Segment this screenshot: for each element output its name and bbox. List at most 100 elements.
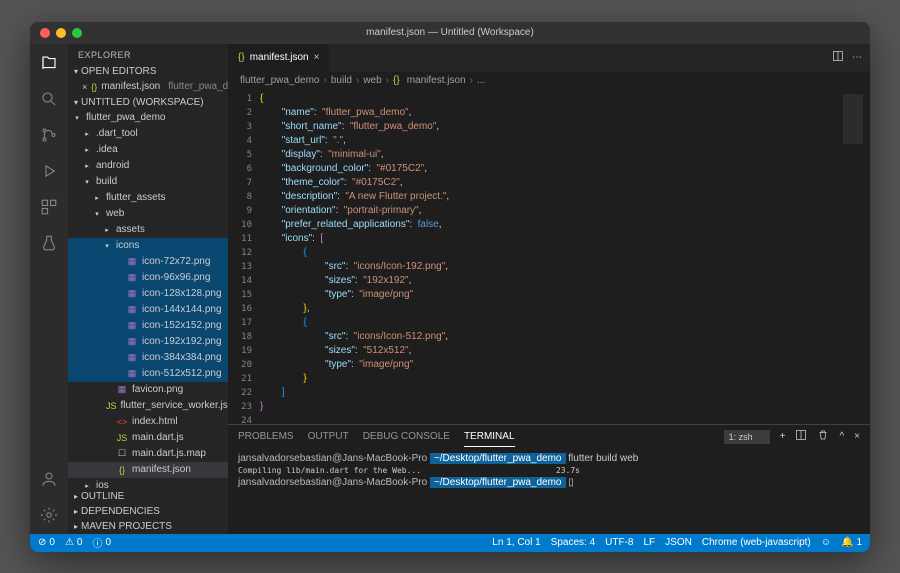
file-item[interactable]: ☐main.dart.js.map bbox=[68, 446, 228, 462]
png-icon: ▦ bbox=[126, 304, 138, 315]
close-icon[interactable]: × bbox=[82, 82, 87, 92]
line-gutter: 123456789101112131415161718192021222324 bbox=[228, 90, 260, 424]
png-icon: ▦ bbox=[126, 256, 138, 267]
status-language[interactable]: JSON bbox=[665, 537, 692, 548]
notifications-icon[interactable]: 🔔 1 bbox=[841, 537, 862, 548]
tab-terminal[interactable]: TERMINAL bbox=[464, 427, 515, 447]
outline-section[interactable]: ▸OUTLINE bbox=[68, 489, 228, 504]
editor-tabs: {} manifest.json × ⋯ bbox=[228, 44, 870, 72]
status-bar: ⊘ 0 ⚠ 0 ⓘ 0 Ln 1, Col 1 Spaces: 4 UTF-8 … bbox=[30, 534, 870, 552]
status-eol[interactable]: LF bbox=[644, 537, 656, 548]
code-area[interactable]: { "name": "flutter_pwa_demo", "short_nam… bbox=[260, 90, 840, 424]
breadcrumb[interactable]: flutter_pwa_demo›build›web›{}manifest.js… bbox=[228, 72, 870, 90]
folder-item[interactable]: ▾flutter_pwa_demo bbox=[68, 110, 228, 126]
file-icon: ☐ bbox=[116, 448, 128, 459]
file-item[interactable]: ▦icon-152x152.png bbox=[68, 318, 228, 334]
dependencies-section[interactable]: ▸DEPENDENCIES bbox=[68, 504, 228, 519]
terminal[interactable]: jansalvadorsebastian@Jans-MacBook-Pro ~/… bbox=[228, 449, 870, 534]
feedback-icon[interactable]: ☺ bbox=[821, 537, 831, 548]
file-item[interactable]: JSflutter_service_worker.js bbox=[68, 398, 228, 414]
html-icon: <> bbox=[116, 417, 128, 427]
extensions-icon[interactable] bbox=[38, 196, 60, 218]
png-icon: ▦ bbox=[126, 336, 138, 347]
close-window-button[interactable] bbox=[40, 28, 50, 38]
tab-output[interactable]: OUTPUT bbox=[308, 427, 349, 446]
folder-item[interactable]: ▾web bbox=[68, 206, 228, 222]
folder-item[interactable]: ▸ios bbox=[68, 478, 228, 489]
json-icon: {} bbox=[238, 52, 245, 63]
folder-item[interactable]: ▸flutter_assets bbox=[68, 190, 228, 206]
js-icon: JS bbox=[116, 433, 128, 443]
status-encoding[interactable]: UTF-8 bbox=[605, 537, 633, 548]
explorer-icon[interactable] bbox=[38, 52, 60, 74]
tab-problems[interactable]: PROBLEMS bbox=[238, 427, 294, 446]
accounts-icon[interactable] bbox=[38, 468, 60, 490]
file-item[interactable]: {}manifest.json bbox=[68, 462, 228, 478]
trash-icon[interactable] bbox=[817, 429, 829, 444]
png-icon: ▦ bbox=[126, 320, 138, 331]
png-icon: ▦ bbox=[126, 272, 138, 283]
minimap[interactable] bbox=[840, 90, 870, 424]
file-item[interactable]: ▦icon-512x512.png bbox=[68, 366, 228, 382]
window-title: manifest.json — Untitled (Workspace) bbox=[366, 27, 534, 38]
folder-item[interactable]: ▸android bbox=[68, 158, 228, 174]
file-item[interactable]: <>index.html bbox=[68, 414, 228, 430]
file-item[interactable]: ▦icon-72x72.png bbox=[68, 254, 228, 270]
png-icon: ▦ bbox=[126, 288, 138, 299]
open-editors-section[interactable]: ▾OPEN EDITORS bbox=[68, 64, 228, 79]
folder-item[interactable]: ▸.dart_tool bbox=[68, 126, 228, 142]
folder-item[interactable]: ▸.idea bbox=[68, 142, 228, 158]
maven-section[interactable]: ▸MAVEN PROJECTS bbox=[68, 519, 228, 534]
maximize-panel-icon[interactable]: ^ bbox=[839, 431, 844, 442]
settings-gear-icon[interactable] bbox=[38, 504, 60, 526]
png-icon: ▦ bbox=[116, 384, 128, 395]
source-control-icon[interactable] bbox=[38, 124, 60, 146]
close-panel-icon[interactable]: × bbox=[854, 431, 860, 442]
sidebar: EXPLORER ▾OPEN EDITORS × {} manifest.jso… bbox=[68, 44, 228, 534]
titlebar: manifest.json — Untitled (Workspace) bbox=[30, 22, 870, 44]
status-info[interactable]: ⓘ 0 bbox=[92, 535, 111, 550]
status-spaces[interactable]: Spaces: 4 bbox=[551, 537, 595, 548]
status-target[interactable]: Chrome (web-javascript) bbox=[702, 537, 811, 548]
status-warnings[interactable]: ⚠ 0 bbox=[65, 537, 83, 548]
file-item[interactable]: ▦favicon.png bbox=[68, 382, 228, 398]
json-icon: {} bbox=[116, 465, 128, 475]
new-terminal-icon[interactable]: + bbox=[780, 431, 786, 442]
traffic-lights bbox=[30, 28, 82, 38]
editor[interactable]: 123456789101112131415161718192021222324 … bbox=[228, 90, 870, 424]
status-errors[interactable]: ⊘ 0 bbox=[38, 537, 55, 548]
terminal-select[interactable]: 1: zsh bbox=[724, 430, 770, 444]
test-icon[interactable] bbox=[38, 232, 60, 254]
folder-item[interactable]: ▸assets bbox=[68, 222, 228, 238]
tab-debug-console[interactable]: DEBUG CONSOLE bbox=[363, 427, 450, 446]
maximize-window-button[interactable] bbox=[72, 28, 82, 38]
sidebar-header: EXPLORER bbox=[68, 44, 228, 64]
png-icon: ▦ bbox=[126, 352, 138, 363]
js-icon: JS bbox=[106, 401, 117, 411]
more-actions-icon[interactable]: ⋯ bbox=[852, 52, 862, 63]
tab-manifest-json[interactable]: {} manifest.json × bbox=[228, 44, 330, 72]
workspace-section[interactable]: ▾UNTITLED (WORKSPACE) bbox=[68, 95, 228, 110]
json-icon: {} bbox=[91, 82, 97, 92]
debug-icon[interactable] bbox=[38, 160, 60, 182]
split-terminal-icon[interactable] bbox=[795, 429, 807, 444]
split-editor-icon[interactable] bbox=[832, 50, 844, 65]
close-tab-icon[interactable]: × bbox=[314, 52, 320, 63]
vscode-window: manifest.json — Untitled (Workspace) EXP… bbox=[30, 22, 870, 552]
open-editor-item[interactable]: × {} manifest.json flutter_pwa_de... bbox=[68, 79, 228, 95]
png-icon: ▦ bbox=[126, 368, 138, 379]
file-item[interactable]: ▦icon-96x96.png bbox=[68, 270, 228, 286]
bottom-panel: PROBLEMS OUTPUT DEBUG CONSOLE TERMINAL 1… bbox=[228, 424, 870, 534]
file-item[interactable]: ▦icon-192x192.png bbox=[68, 334, 228, 350]
search-icon[interactable] bbox=[38, 88, 60, 110]
file-item[interactable]: ▦icon-144x144.png bbox=[68, 302, 228, 318]
file-tree: ▾flutter_pwa_demo▸.dart_tool▸.idea▸andro… bbox=[68, 110, 228, 489]
folder-item[interactable]: ▾icons bbox=[68, 238, 228, 254]
file-item[interactable]: ▦icon-128x128.png bbox=[68, 286, 228, 302]
minimize-window-button[interactable] bbox=[56, 28, 66, 38]
activity-bar bbox=[30, 44, 68, 534]
file-item[interactable]: ▦icon-384x384.png bbox=[68, 350, 228, 366]
folder-item[interactable]: ▾build bbox=[68, 174, 228, 190]
file-item[interactable]: JSmain.dart.js bbox=[68, 430, 228, 446]
status-cursor[interactable]: Ln 1, Col 1 bbox=[492, 537, 540, 548]
